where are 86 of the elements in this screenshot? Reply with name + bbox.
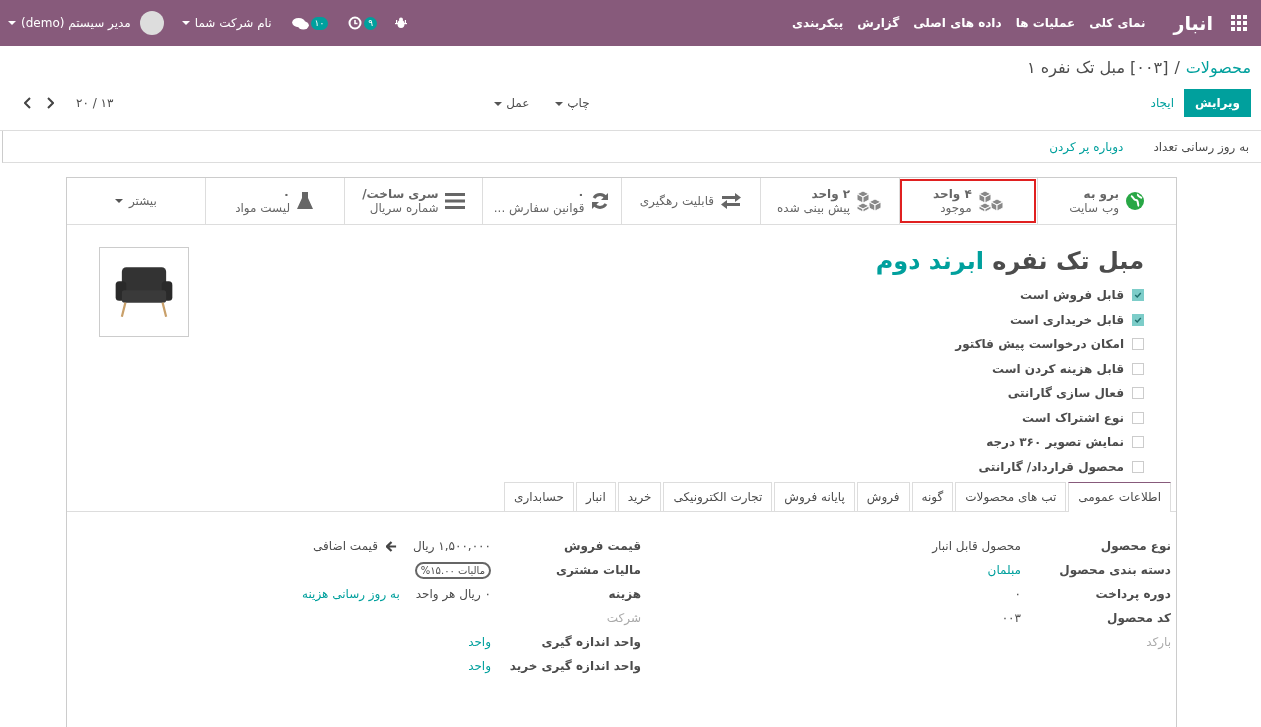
menu-item[interactable]: گزارش (857, 16, 900, 30)
product-name: مبل تک نفره ابرند دوم (875, 247, 1144, 275)
cubes-icon (977, 190, 1004, 212)
cubes-icon (856, 190, 883, 212)
field-value: ۰ ریال هر واحد (415, 587, 491, 601)
field-label: هزینه (607, 587, 641, 601)
dropdown-button[interactable]: چاپ (549, 95, 596, 111)
checkbox[interactable] (1132, 362, 1144, 375)
menu-item[interactable]: پیکربندی (792, 16, 844, 30)
message-count: ۱۰ (310, 16, 329, 30)
refresh-icon (590, 191, 611, 211)
apps-menu-icon[interactable] (1231, 15, 1247, 31)
tab[interactable]: تب های محصولات (955, 482, 1067, 511)
field-label: نوع محصول (1099, 539, 1171, 553)
breadcrumb-separator: / (1174, 57, 1180, 77)
activity-button[interactable]: ۹ (348, 16, 378, 30)
tab[interactable]: اطلاعات عمومی (1068, 482, 1171, 512)
clock-icon (348, 16, 363, 30)
company-switcher[interactable]: نام شرکت شما (181, 16, 272, 30)
chat-icon (291, 16, 309, 30)
flask-icon (296, 191, 315, 211)
create-button[interactable]: ایجاد (1140, 90, 1184, 116)
field-label: دسته بندی محصول (1058, 563, 1171, 577)
checkbox-label: نوع اشتراک است (1022, 410, 1124, 425)
field-label: قیمت فروش (562, 539, 641, 553)
tab[interactable]: گونه (911, 482, 954, 511)
checkbox[interactable] (1132, 436, 1144, 449)
swap-arrows-icon (720, 193, 743, 209)
checkbox-label: قابل خریداری است (1009, 312, 1124, 327)
field-label: کد محصول (1106, 611, 1171, 625)
checkbox-label: محصول قرارداد/ گارانتی (978, 459, 1124, 474)
menu-item[interactable]: عملیات ها (1015, 16, 1076, 30)
tab[interactable]: انبار (576, 482, 616, 511)
dropdown-button[interactable]: عمل (488, 95, 536, 111)
field-value: محصول قابل انبار (932, 539, 1021, 553)
checkbox[interactable] (1132, 411, 1144, 424)
messages-button[interactable]: ۱۰ (291, 16, 329, 30)
extra-price-button[interactable]: قیمت اضافی (307, 538, 403, 554)
checkbox-label: قابل هزینه کردن است (991, 361, 1124, 376)
update-cost-link[interactable]: به روز رسانی هزینه (302, 587, 400, 601)
tab[interactable]: فروش (856, 482, 910, 511)
field-label: بارکد (1145, 635, 1171, 649)
checkbox-label: نمایش تصویر ۳۶۰ درجه (986, 435, 1124, 450)
tab[interactable]: تجارت الکترونیکی (663, 482, 773, 511)
checkbox[interactable] (1132, 460, 1144, 473)
avatar-icon (139, 11, 164, 35)
field-value: ۰۰۳ (1001, 611, 1021, 625)
field-value: ۱,۵۰۰,۰۰۰ ریال (412, 539, 491, 553)
edit-button[interactable]: ویرایش (1184, 89, 1251, 117)
field-label: واحد اندازه گیری خرید (508, 659, 641, 673)
checkbox-label: امکان درخواست پیش فاکتور (955, 337, 1124, 352)
record-title: [۰۰۳] مبل تک نفره ۱ (1027, 57, 1169, 77)
tab[interactable]: حسابداری (504, 482, 574, 511)
checkbox-label: قابل فروش است (1020, 288, 1124, 303)
arrow-left-icon (385, 540, 397, 552)
field-link[interactable]: مبلمان (987, 563, 1021, 577)
header-action-link[interactable]: دوباره پر کردن (1049, 140, 1124, 153)
checkbox[interactable] (1132, 289, 1144, 302)
tax-tag: مالیات ۱۵.۰۰% (414, 561, 491, 579)
breadcrumb-link[interactable]: محصولات (1185, 57, 1251, 77)
field-link[interactable]: واحد (468, 659, 491, 673)
checkbox[interactable] (1132, 387, 1144, 400)
app-name[interactable]: انبار (1173, 12, 1213, 34)
user-menu[interactable]: مدیر سیستم (demo) (8, 11, 164, 35)
field-label: واحد اندازه گیری (540, 635, 641, 649)
checkbox[interactable] (1132, 338, 1144, 351)
bug-icon[interactable] (395, 17, 408, 29)
checkbox[interactable] (1132, 313, 1144, 326)
field-value: ۰ (1014, 587, 1021, 601)
tab[interactable]: خرید (617, 482, 662, 511)
tab[interactable]: پایانه فروش (774, 482, 855, 511)
smart-button[interactable]: ۴ واحد موجود (898, 178, 1038, 224)
field-label: مالیات مشتری (554, 563, 641, 577)
header-action-link[interactable]: به روز رسانی تعداد (1153, 140, 1249, 153)
field-label: دوره پرداخت (1094, 587, 1171, 601)
field-label: شرکت (605, 611, 641, 625)
activity-count: ۹ (364, 16, 378, 30)
menu-item[interactable]: نمای کلی (1089, 16, 1146, 30)
list-icon (444, 193, 465, 209)
next-icon[interactable] (46, 97, 54, 109)
field-link[interactable]: واحد (468, 635, 491, 649)
globe-icon (1125, 191, 1145, 211)
previous-icon[interactable] (24, 97, 32, 109)
menu-item[interactable]: داده های اصلی (913, 16, 1002, 30)
checkbox-label: فعال سازی گارانتی (1007, 386, 1124, 401)
pager-counter: ۱۳ / ۲۰ (76, 96, 114, 110)
